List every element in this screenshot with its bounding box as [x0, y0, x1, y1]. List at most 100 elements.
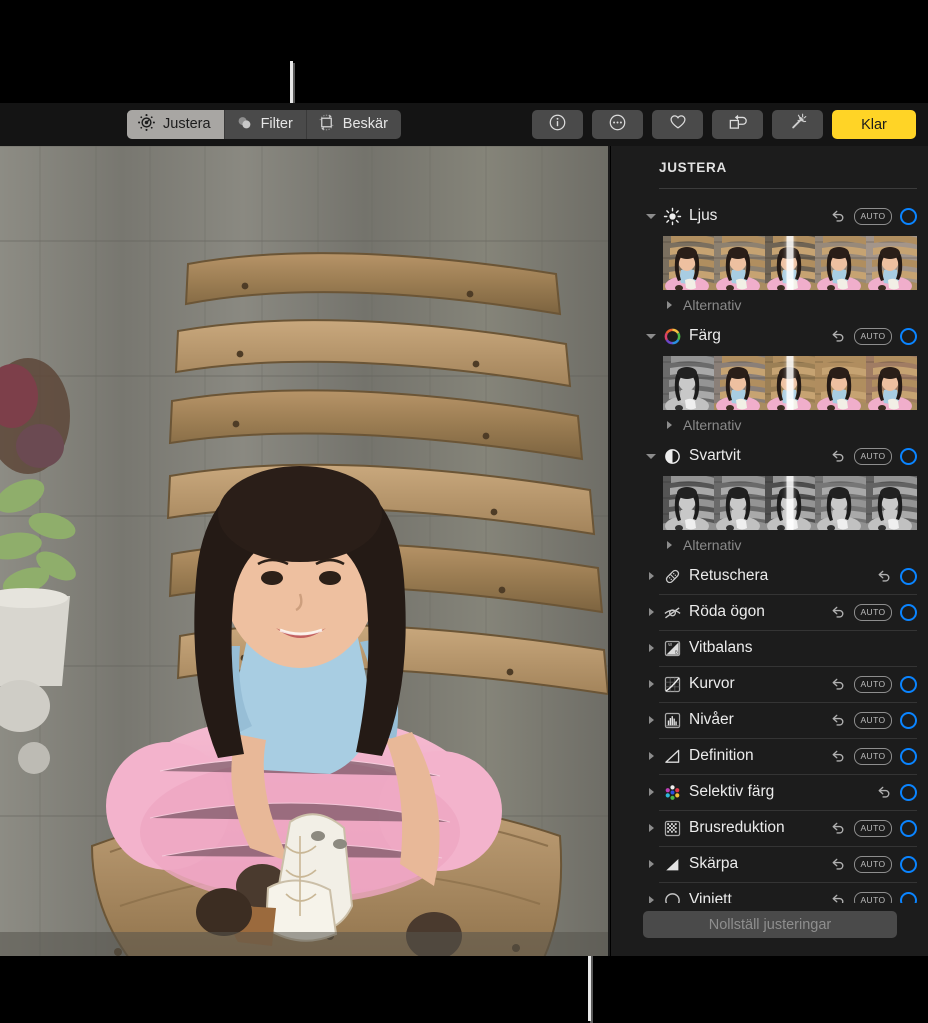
revert-icon[interactable]: [830, 208, 846, 224]
adjustment-row-definition[interactable]: DefinitionAUTO: [611, 738, 928, 774]
chevron-down-icon[interactable]: [645, 450, 657, 462]
enable-toggle[interactable]: [900, 856, 917, 873]
revert-icon[interactable]: [830, 448, 846, 464]
auto-enhance-button[interactable]: [772, 110, 823, 139]
chevron-right-icon[interactable]: [645, 570, 657, 582]
enable-toggle[interactable]: [900, 712, 917, 729]
adjustment-row-selektiv-färg[interactable]: Selektiv färg: [611, 774, 928, 810]
revert-icon[interactable]: [876, 568, 892, 584]
adjustment-row-kurvor[interactable]: KurvorAUTO: [611, 666, 928, 702]
enable-toggle[interactable]: [900, 676, 917, 693]
reset-adjustments-button[interactable]: Nollställ justeringar: [643, 911, 897, 938]
variation-thumbnail[interactable]: [663, 476, 714, 530]
enable-toggle[interactable]: [900, 448, 917, 465]
variation-thumbnail[interactable]: [714, 476, 765, 530]
auto-button[interactable]: AUTO: [854, 820, 892, 837]
tab-justera[interactable]: Justera: [127, 110, 225, 139]
enable-toggle[interactable]: [900, 604, 917, 621]
enable-toggle[interactable]: [900, 748, 917, 765]
variation-strip-light[interactable]: [663, 236, 917, 290]
chevron-right-icon[interactable]: [645, 714, 657, 726]
auto-button[interactable]: AUTO: [854, 676, 892, 693]
chevron-right-icon[interactable]: [645, 678, 657, 690]
chevron-right-icon[interactable]: [645, 822, 657, 834]
variation-thumbnail[interactable]: [765, 476, 816, 530]
variation-thumbnail[interactable]: [765, 356, 816, 410]
eye-slash-icon: [663, 603, 682, 622]
variation-thumbnail[interactable]: [815, 236, 866, 290]
photo-viewer[interactable]: [0, 146, 608, 956]
variation-strip-color[interactable]: [663, 356, 917, 410]
variation-thumbnail[interactable]: [866, 236, 917, 290]
magic-wand-icon: [788, 112, 808, 137]
enable-toggle[interactable]: [900, 784, 917, 801]
chevron-right-icon[interactable]: [645, 750, 657, 762]
chevron-right-icon[interactable]: [663, 299, 675, 311]
adjustments-list[interactable]: LjusAUTOAlternativFärgAUTOAlternativSvar…: [611, 198, 928, 956]
adjustment-label: Vitbalans: [689, 639, 752, 657]
tab-beskar[interactable]: Beskär: [307, 110, 401, 139]
edited-photo: [0, 146, 608, 956]
revert-icon[interactable]: [830, 328, 846, 344]
revert-icon[interactable]: [830, 820, 846, 836]
variation-thumbnail[interactable]: [663, 356, 714, 410]
revert-icon[interactable]: [830, 712, 846, 728]
variation-thumbnail[interactable]: [866, 356, 917, 410]
adjustment-row-nivåer[interactable]: NivåerAUTO: [611, 702, 928, 738]
variation-thumbnail[interactable]: [714, 356, 765, 410]
chevron-right-icon[interactable]: [645, 642, 657, 654]
variation-thumbnail[interactable]: [866, 476, 917, 530]
revert-icon[interactable]: [830, 676, 846, 692]
options-row[interactable]: Alternativ: [611, 412, 928, 438]
done-button-label: Klar: [861, 117, 887, 133]
info-button[interactable]: [532, 110, 583, 139]
auto-button[interactable]: AUTO: [854, 712, 892, 729]
more-button[interactable]: [592, 110, 643, 139]
done-button[interactable]: Klar: [832, 110, 916, 139]
auto-button[interactable]: AUTO: [854, 208, 892, 225]
enable-toggle[interactable]: [900, 568, 917, 585]
variation-thumbnail[interactable]: [815, 476, 866, 530]
favorite-button[interactable]: [652, 110, 703, 139]
enable-toggle[interactable]: [900, 208, 917, 225]
row-controls: [876, 568, 917, 585]
revert-icon[interactable]: [830, 856, 846, 872]
chevron-right-icon[interactable]: [663, 419, 675, 431]
revert-icon[interactable]: [876, 784, 892, 800]
adjustment-row-brusreduktion[interactable]: BrusreduktionAUTO: [611, 810, 928, 846]
auto-button[interactable]: AUTO: [854, 448, 892, 465]
revert-icon[interactable]: [830, 604, 846, 620]
tab-filter[interactable]: Filter: [225, 110, 307, 139]
adjustment-row-ljus[interactable]: LjusAUTO: [611, 198, 928, 234]
tab-justera-label: Justera: [163, 117, 211, 132]
svg-text:W: W: [668, 642, 672, 647]
variation-strip-bw[interactable]: [663, 476, 917, 530]
chevron-down-icon[interactable]: [645, 210, 657, 222]
variation-thumbnail[interactable]: [714, 236, 765, 290]
chevron-down-icon[interactable]: [645, 330, 657, 342]
chevron-right-icon[interactable]: [645, 858, 657, 870]
levels-icon: [663, 711, 682, 730]
adjustment-row-retuschera[interactable]: Retuschera: [611, 558, 928, 594]
variation-thumbnail[interactable]: [815, 356, 866, 410]
adjustment-row-vitbalans[interactable]: WBVitbalans: [611, 630, 928, 666]
options-row[interactable]: Alternativ: [611, 292, 928, 318]
auto-button[interactable]: AUTO: [854, 856, 892, 873]
adjustment-row-svartvit[interactable]: SvartvitAUTO: [611, 438, 928, 474]
auto-button[interactable]: AUTO: [854, 748, 892, 765]
revert-icon[interactable]: [830, 748, 846, 764]
enable-toggle[interactable]: [900, 820, 917, 837]
chevron-right-icon[interactable]: [663, 539, 675, 551]
chevron-right-icon[interactable]: [645, 606, 657, 618]
variation-thumbnail[interactable]: [765, 236, 816, 290]
adjustment-row-skärpa[interactable]: SkärpaAUTO: [611, 846, 928, 882]
options-row[interactable]: Alternativ: [611, 532, 928, 558]
adjustment-row-färg[interactable]: FärgAUTO: [611, 318, 928, 354]
auto-button[interactable]: AUTO: [854, 604, 892, 621]
enable-toggle[interactable]: [900, 328, 917, 345]
variation-thumbnail[interactable]: [663, 236, 714, 290]
adjustment-row-röda-ögon[interactable]: Röda ögonAUTO: [611, 594, 928, 630]
auto-button[interactable]: AUTO: [854, 328, 892, 345]
chevron-right-icon[interactable]: [645, 786, 657, 798]
rotate-button[interactable]: [712, 110, 763, 139]
